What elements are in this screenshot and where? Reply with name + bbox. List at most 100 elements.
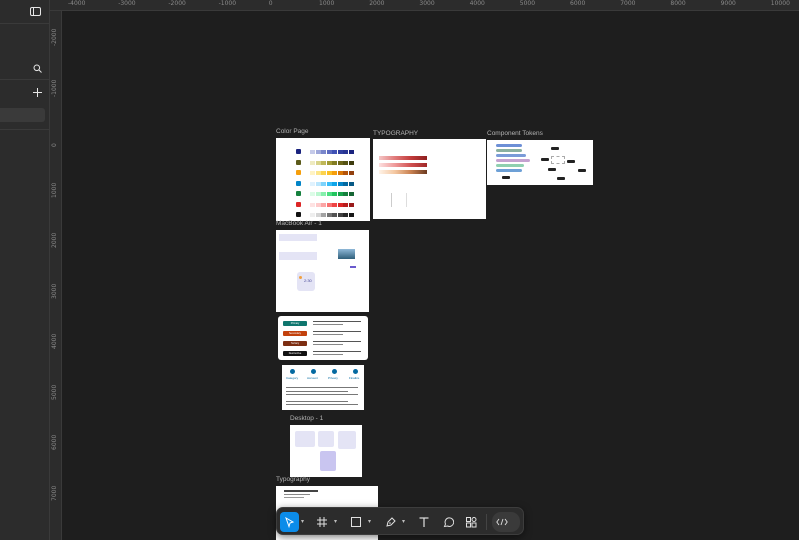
- stepper-dot: [311, 369, 316, 374]
- color-swatch: [332, 160, 337, 165]
- pen-tool-button[interactable]: [382, 512, 398, 532]
- ruler-v-tick: 0: [51, 143, 58, 147]
- ruler-h-tick: 10000: [770, 0, 790, 7]
- ruler-v-tick: 7000: [51, 485, 58, 501]
- move-tool-caret-icon[interactable]: ▾: [301, 518, 304, 525]
- desk-card-2: [318, 431, 334, 447]
- frame-label-component-tokens[interactable]: Component Tokens: [487, 130, 543, 137]
- stepper-text-line: [286, 387, 358, 388]
- color-swatch: [326, 150, 332, 154]
- color-swatch: [321, 192, 326, 196]
- actions-tool-button[interactable]: [463, 512, 479, 532]
- mini-button-desc: [313, 331, 361, 332]
- token-pill-6: [496, 169, 522, 172]
- left-sidebar: [0, 0, 50, 540]
- frame-component-tokens[interactable]: [487, 140, 593, 185]
- frame-stepper[interactable]: Category Account Privacy Finalize: [282, 365, 364, 410]
- color-swatch: [332, 181, 337, 186]
- frame-macbook[interactable]: 2:30: [276, 230, 369, 312]
- sidebar-selected-page[interactable]: [0, 108, 45, 122]
- mb-image: [338, 249, 355, 259]
- mb-timer-text: 2:30: [304, 278, 312, 283]
- pen-tool-caret-icon[interactable]: ▾: [402, 518, 405, 525]
- token-dark-5: [557, 177, 565, 180]
- color-swatch: [326, 171, 332, 175]
- color-swatch: [337, 181, 343, 186]
- frame-desktop[interactable]: [290, 425, 362, 477]
- color-key-swatch: [296, 212, 301, 217]
- bottom-toolbar: ▾ ▾ ▾ ▾: [276, 507, 524, 535]
- frame-label-macbook[interactable]: MacBook Air - 1: [276, 220, 322, 227]
- color-swatch: [326, 213, 332, 217]
- color-swatch: [332, 213, 337, 217]
- color-key-swatch: [296, 191, 301, 196]
- stepper-dot: [332, 369, 337, 374]
- panel-toggle-icon[interactable]: [30, 7, 41, 16]
- color-swatch: [310, 213, 315, 217]
- frame-label-typography[interactable]: Typography: [276, 476, 310, 483]
- frame-label-desktop[interactable]: Desktop - 1: [290, 415, 323, 422]
- frame-tool-caret-icon[interactable]: ▾: [334, 518, 337, 525]
- color-swatch: [332, 202, 337, 207]
- sidebar-header: [0, 0, 50, 24]
- stepper-label: Privacy: [328, 376, 338, 380]
- color-swatch: [348, 202, 354, 207]
- frame-buttons[interactable]: Primary Secondary Tertiary Destructive: [278, 316, 368, 360]
- color-swatch: [310, 150, 315, 154]
- frame-tool-button[interactable]: [314, 512, 330, 532]
- ruler-v-tick: 2000: [51, 232, 58, 248]
- token-dark-2: [541, 158, 549, 161]
- token-dark-7: [502, 176, 510, 179]
- shape-tool-button[interactable]: [348, 512, 364, 532]
- color-swatch: [343, 181, 348, 186]
- shape-tool-caret-icon[interactable]: ▾: [368, 518, 371, 525]
- ruler-h-tick: -1000: [218, 0, 237, 7]
- frame-typography-upper[interactable]: [373, 139, 486, 219]
- dev-mode-toggle[interactable]: [492, 512, 520, 532]
- toolbar-separator: [486, 514, 487, 530]
- comment-tool-button[interactable]: [440, 512, 456, 532]
- frame-label-color-page[interactable]: Color Page: [276, 128, 309, 135]
- color-swatch: [321, 171, 326, 175]
- stepper-text-line: [286, 404, 358, 405]
- type-swatch-row-2: [379, 163, 427, 167]
- color-swatch: [348, 213, 354, 217]
- move-tool-button[interactable]: [280, 512, 299, 532]
- type-marks: [391, 193, 407, 207]
- mini-button-desc: [313, 351, 361, 352]
- color-swatch: [337, 192, 343, 196]
- ruler-v-tick: -1000: [51, 79, 58, 97]
- token-dark-6: [578, 169, 586, 172]
- color-swatch: [315, 181, 321, 186]
- color-key-swatch: [296, 159, 301, 165]
- add-page-icon[interactable]: [33, 88, 42, 100]
- rectangle-icon: [351, 517, 361, 527]
- color-swatch: [326, 160, 332, 165]
- typo-line-1: [284, 490, 318, 492]
- text-tool-button[interactable]: [416, 512, 432, 532]
- vertical-ruler: -2000 -1000 0 1000 2000 3000 4000 5000 6000 7000: [50, 11, 62, 540]
- mb-timer-dot: [299, 276, 302, 279]
- ruler-v-tick: 3000: [51, 283, 58, 299]
- frame-color-page[interactable]: [276, 138, 370, 221]
- canvas[interactable]: Color Page TYPOGRAPHY Component Tokens M…: [62, 11, 799, 540]
- ruler-v-tick: 1000: [51, 182, 58, 198]
- color-swatch: [310, 202, 315, 207]
- color-swatch: [332, 150, 337, 154]
- color-swatch: [343, 213, 348, 217]
- mini-button-primary: Primary: [283, 321, 307, 326]
- typo-line-3: [284, 497, 304, 498]
- mini-button-desc: [313, 321, 361, 322]
- color-swatch: [348, 150, 354, 154]
- color-swatch: [326, 202, 332, 207]
- mb-button: [350, 266, 356, 268]
- color-key-swatch: [296, 149, 301, 154]
- desk-card-1: [295, 431, 315, 447]
- search-icon[interactable]: [33, 64, 42, 76]
- color-swatch: [321, 160, 326, 165]
- color-swatch: [337, 202, 343, 207]
- frame-label-typography-upper[interactable]: TYPOGRAPHY: [373, 130, 418, 137]
- token-pill-1: [496, 144, 522, 147]
- ruler-h-tick: -2000: [168, 0, 186, 7]
- mini-button-tertiary: Tertiary: [283, 341, 307, 346]
